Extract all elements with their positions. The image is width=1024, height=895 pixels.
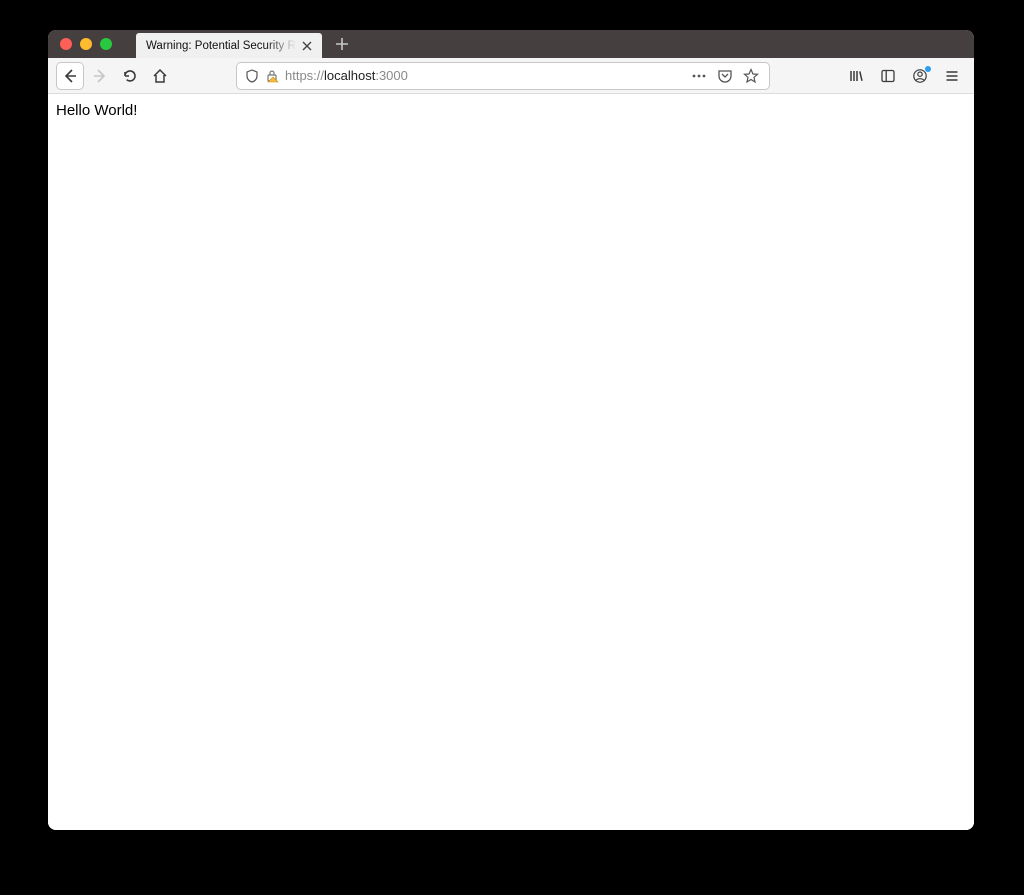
library-button[interactable] <box>842 62 870 90</box>
profile-icon <box>912 68 928 84</box>
window-controls <box>56 38 118 50</box>
navigation-toolbar: https://localhost:3000 <box>48 58 974 94</box>
plus-icon <box>335 37 349 51</box>
page-body-text: Hello World! <box>56 102 137 119</box>
url-scheme: https:// <box>285 68 324 83</box>
tab-strip: Warning: Potential Security Risk Ahead <box>48 30 974 58</box>
site-identity[interactable] <box>243 69 285 83</box>
home-button[interactable] <box>146 62 174 90</box>
address-bar[interactable]: https://localhost:3000 <box>236 62 770 90</box>
window-zoom-button[interactable] <box>100 38 112 50</box>
hamburger-icon <box>944 68 960 84</box>
pocket-icon <box>717 68 733 84</box>
reload-icon <box>122 68 138 84</box>
close-icon <box>302 41 312 51</box>
back-button[interactable] <box>56 62 84 90</box>
lock-warning-icon <box>265 69 279 83</box>
new-tab-button[interactable] <box>328 30 356 58</box>
tab-title: Warning: Potential Security Risk Ahead <box>146 40 296 52</box>
shield-icon <box>245 69 259 83</box>
window-minimize-button[interactable] <box>80 38 92 50</box>
star-icon <box>743 68 759 84</box>
window-close-button[interactable] <box>60 38 72 50</box>
home-icon <box>152 68 168 84</box>
tab-close-button[interactable] <box>302 41 316 51</box>
reload-button[interactable] <box>116 62 144 90</box>
url-port: :3000 <box>375 68 408 83</box>
arrow-right-icon <box>92 68 108 84</box>
toolbar-right <box>842 62 966 90</box>
account-button[interactable] <box>906 62 934 90</box>
page-actions <box>691 68 763 84</box>
library-icon <box>848 68 864 84</box>
sidebars-button[interactable] <box>874 62 902 90</box>
sidebar-icon <box>880 68 896 84</box>
pocket-button[interactable] <box>717 68 733 84</box>
arrow-left-icon <box>62 68 78 84</box>
bookmark-button[interactable] <box>743 68 759 84</box>
page-viewport: Hello World! <box>48 94 974 830</box>
browser-tab[interactable]: Warning: Potential Security Risk Ahead <box>136 33 322 58</box>
app-menu-button[interactable] <box>938 62 966 90</box>
url-text: https://localhost:3000 <box>285 68 408 83</box>
url-host: localhost <box>324 68 375 83</box>
forward-button[interactable] <box>86 62 114 90</box>
ellipsis-icon <box>691 68 707 84</box>
browser-window: Warning: Potential Security Risk Ahead <box>48 30 974 830</box>
page-actions-overflow-button[interactable] <box>691 68 707 84</box>
